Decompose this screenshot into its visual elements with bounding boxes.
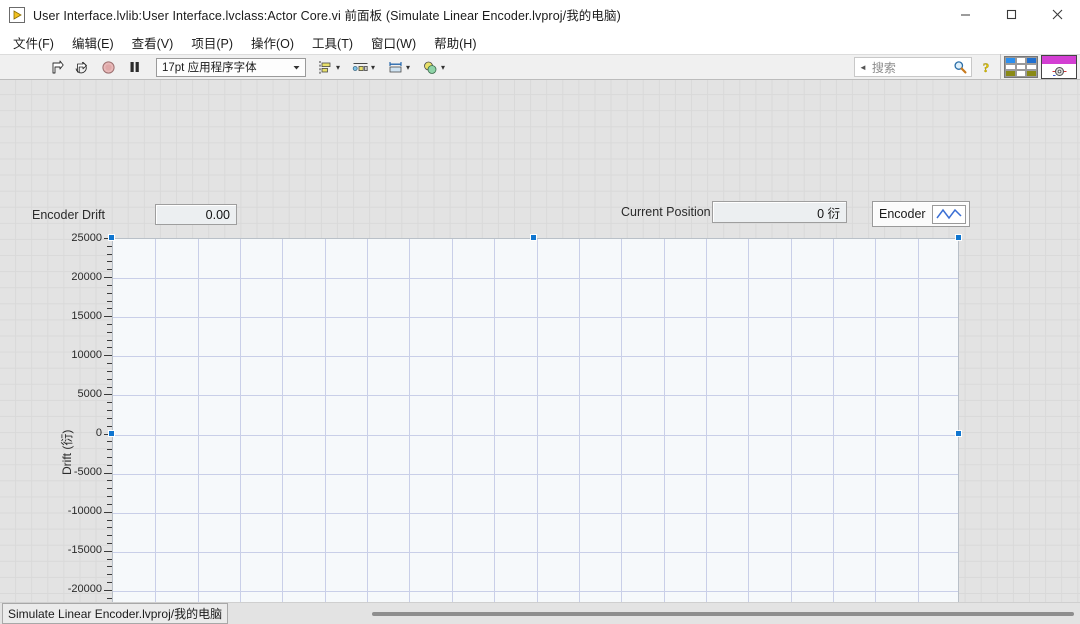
menu-item-window[interactable]: 窗口(W)	[362, 30, 425, 55]
menu-item-operate[interactable]: 操作(O)	[242, 30, 303, 55]
search-scope-arrow-icon: ◄	[859, 62, 867, 72]
connector-pane-icon[interactable]	[1004, 56, 1038, 78]
menu-item-project[interactable]: 项目(P)	[182, 30, 242, 55]
y-tick-label: 20000	[71, 271, 102, 283]
y-tick-label: 10000	[71, 349, 102, 361]
reorder-objects-icon	[419, 60, 441, 75]
y-axis-ticks	[104, 238, 112, 602]
maximize-button[interactable]	[988, 0, 1034, 30]
y-axis-title: Drift (衍)	[60, 429, 74, 475]
window-title: User Interface.lvlib:User Interface.lvcl…	[33, 9, 621, 23]
chevron-down-icon: ▾	[441, 62, 446, 72]
y-tick-label: -15000	[67, 544, 102, 556]
pause-icon[interactable]	[122, 56, 146, 78]
toolbar: 17pt 应用程序字体 ▾ ▾ ▾ ▾ ◄ 搜索 ?	[0, 54, 1080, 80]
chart-series-encoder	[113, 239, 960, 602]
y-tick-label: -10000	[67, 505, 102, 517]
help-question-icon[interactable]: ?	[974, 56, 998, 78]
resize-objects-icon	[384, 60, 406, 75]
status-bar: Simulate Linear Encoder.lvproj/我的电脑	[0, 602, 1080, 624]
distribute-objects-dropdown[interactable]: ▾	[349, 56, 378, 78]
resize-objects-dropdown[interactable]: ▾	[384, 56, 413, 78]
magnifier-icon[interactable]	[953, 60, 967, 79]
selection-handle-middle-right[interactable]	[955, 430, 962, 437]
menu-bar: 文件(F) 编辑(E) 查看(V) 项目(P) 操作(O) 工具(T) 窗口(W…	[0, 30, 1080, 54]
selection-handle-top-right[interactable]	[955, 234, 962, 241]
font-selector[interactable]: 17pt 应用程序字体	[156, 57, 306, 77]
menu-item-tools[interactable]: 工具(T)	[303, 30, 362, 55]
y-tick-label: -20000	[67, 583, 102, 595]
selection-handle-top-center[interactable]	[530, 234, 537, 241]
menu-item-edit[interactable]: 编辑(E)	[63, 30, 123, 55]
align-objects-dropdown[interactable]: ▾	[314, 56, 343, 78]
selection-handle-middle-left[interactable]	[108, 430, 115, 437]
chevron-down-icon: ▾	[336, 62, 341, 72]
y-tick-label: 5000	[77, 388, 102, 400]
search-placeholder: 搜索	[871, 60, 896, 75]
run-arrow-icon[interactable]	[44, 56, 68, 78]
y-tick-label: 15000	[71, 310, 102, 322]
window-controls	[942, 0, 1080, 30]
status-project-path[interactable]: Simulate Linear Encoder.lvproj/我的电脑	[2, 603, 229, 624]
menu-item-help[interactable]: 帮助(H)	[425, 30, 485, 55]
title-bar: User Interface.lvlib:User Interface.lvcl…	[0, 0, 1080, 30]
align-objects-icon	[314, 60, 336, 75]
chart-plot-area[interactable]	[112, 238, 959, 602]
search-input[interactable]: ◄ 搜索	[854, 57, 972, 77]
vi-icon-thumbnail[interactable]	[1041, 55, 1077, 79]
chevron-down-icon	[292, 59, 301, 76]
connector-pane[interactable]	[1000, 54, 1080, 80]
menu-item-file[interactable]: 文件(F)	[4, 30, 63, 55]
y-tick-label: 25000	[71, 232, 102, 244]
font-selector-value: 17pt 应用程序字体	[162, 62, 257, 74]
close-button[interactable]	[1034, 0, 1080, 30]
chevron-down-icon: ▾	[406, 62, 411, 72]
menu-item-view[interactable]: 查看(V)	[123, 30, 183, 55]
labview-vi-icon	[9, 6, 25, 23]
toolbar-right-group: ◄ 搜索 ?	[854, 54, 1080, 80]
distribute-objects-icon	[349, 60, 371, 75]
run-continuously-icon[interactable]	[70, 56, 94, 78]
chevron-down-icon: ▾	[371, 62, 376, 72]
reorder-objects-dropdown[interactable]: ▾	[419, 56, 448, 78]
svg-text:?: ?	[983, 60, 990, 75]
selection-handle-top-left[interactable]	[108, 234, 115, 241]
minimize-button[interactable]	[942, 0, 988, 30]
labview-front-panel-window: User Interface.lvlib:User Interface.lvcl…	[0, 0, 1080, 624]
encoder-drift-waveform-chart[interactable]: 25000 20000 15000 10000 5000 0 -5000 -10…	[0, 80, 1000, 602]
front-panel-canvas[interactable]: Encoder Drift 0.00 Current Position 0 衍 …	[0, 80, 1080, 602]
abort-execution-icon[interactable]	[96, 56, 120, 78]
horizontal-scrollbar[interactable]	[372, 612, 1074, 616]
